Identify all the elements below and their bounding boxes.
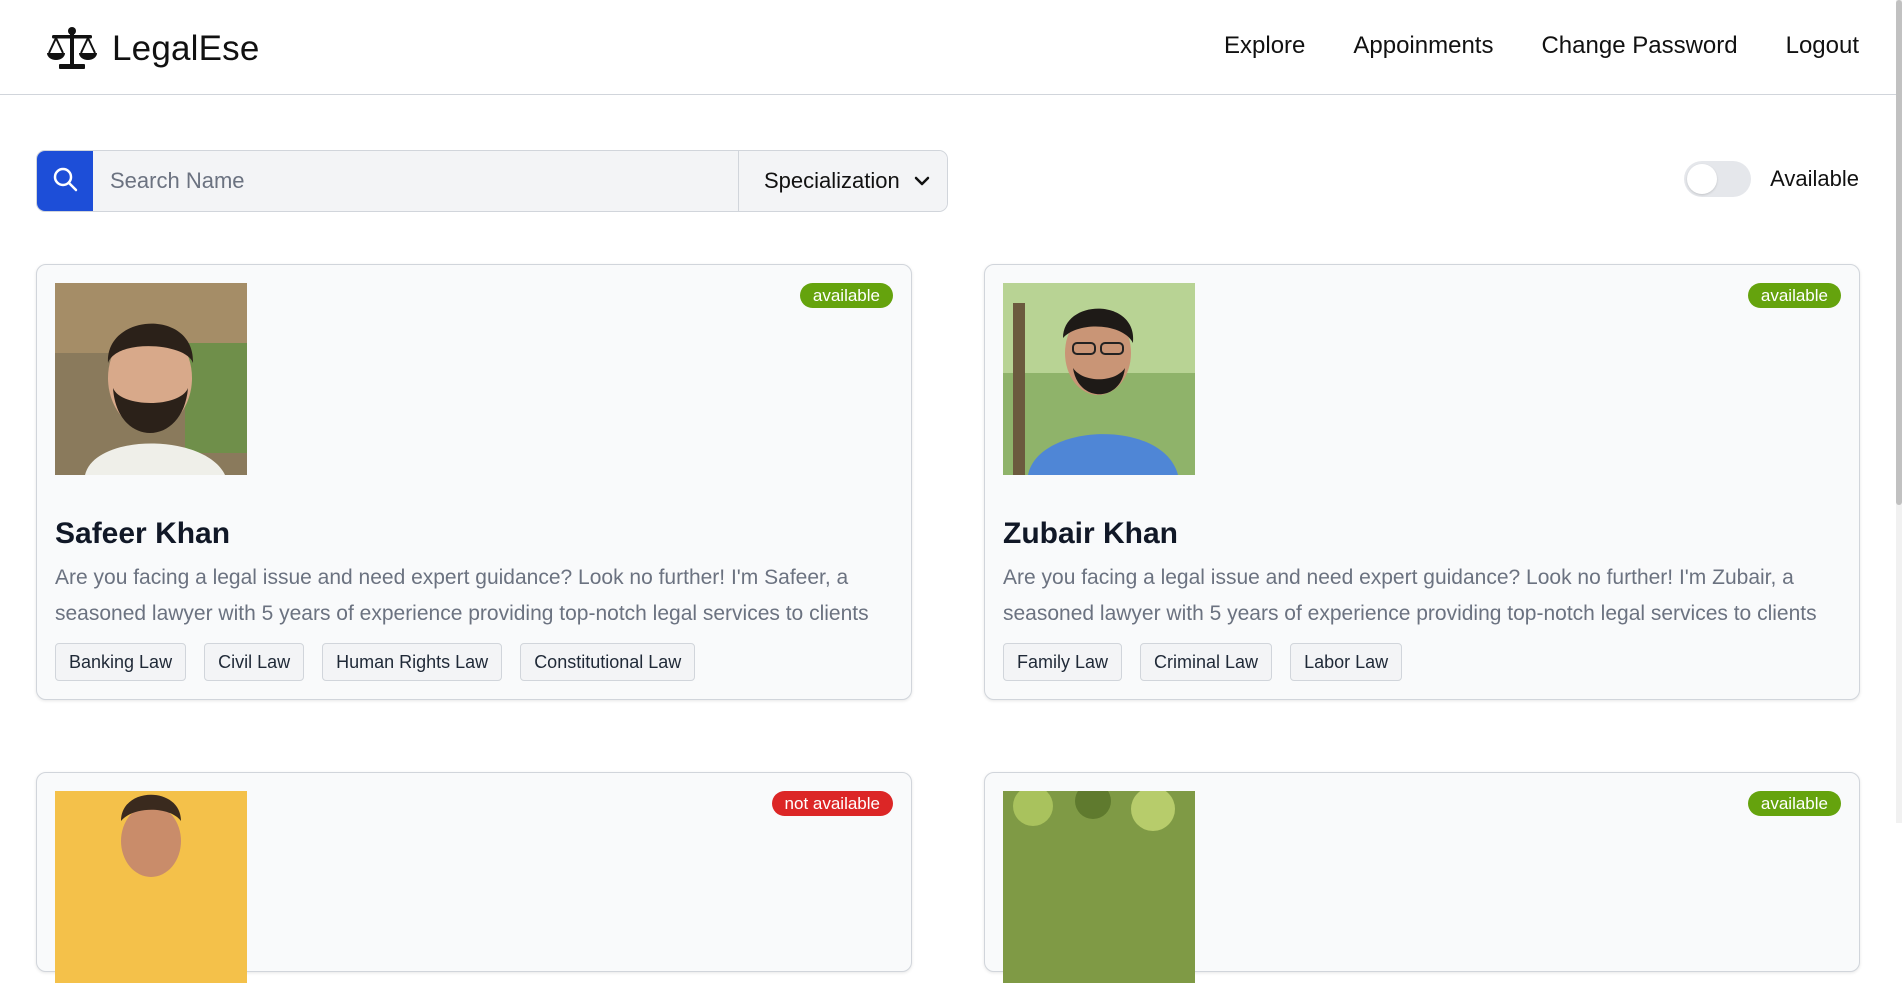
available-toggle[interactable]	[1684, 161, 1752, 197]
nav-links: Explore Appoinments Change Password Logo…	[1224, 32, 1859, 60]
lawyer-bio: Are you facing a legal issue and need ex…	[55, 566, 869, 625]
nav-logout[interactable]: Logout	[1786, 32, 1859, 60]
specialization-tag: Criminal Law	[1140, 643, 1273, 681]
toggle-knob	[1687, 164, 1718, 194]
lawyer-name: Safeer Khan	[55, 517, 231, 550]
brand-name: LegalEse	[112, 29, 260, 68]
scrollbar-thumb[interactable]	[1896, 0, 1902, 505]
lawyer-card[interactable]: not available	[36, 772, 912, 983]
specialization-tag: Family Law	[1003, 643, 1123, 681]
specialization-tags: Family Law Criminal Law Labor Law	[1003, 643, 1403, 681]
nav-change-password[interactable]: Change Password	[1541, 32, 1737, 60]
status-badge: available	[1747, 283, 1841, 308]
chevron-down-icon	[914, 176, 930, 186]
status-badge: not available	[771, 791, 893, 816]
lawyer-photo	[1003, 283, 1195, 475]
search-button[interactable]	[37, 151, 93, 211]
search-bar: Specialization	[36, 150, 948, 212]
scales-of-justice-icon	[47, 24, 97, 74]
specialization-dropdown[interactable]: Specialization	[738, 151, 947, 211]
lawyer-photo	[55, 283, 247, 475]
status-badge: available	[799, 283, 893, 308]
brand[interactable]: LegalEse	[47, 24, 260, 74]
lawyer-card[interactable]: available Safeer Khan Are you facing a l…	[36, 264, 912, 700]
status-badge: available	[1747, 791, 1841, 816]
nav-explore[interactable]: Explore	[1224, 32, 1305, 60]
available-toggle-label: Available	[1770, 166, 1859, 191]
lawyer-bio: Are you facing a legal issue and need ex…	[1003, 566, 1817, 625]
search-icon	[52, 166, 78, 197]
specialization-tags: Banking Law Civil Law Human Rights Law C…	[55, 643, 696, 681]
nav-appointments[interactable]: Appoinments	[1353, 32, 1493, 60]
lawyer-photo	[55, 791, 247, 983]
specialization-tag: Constitutional Law	[520, 643, 696, 681]
available-filter: Available	[1684, 161, 1859, 197]
lawyer-photo	[1003, 791, 1195, 983]
specialization-label: Specialization	[764, 168, 900, 193]
specialization-tag: Human Rights Law	[322, 643, 503, 681]
search-input[interactable]	[93, 151, 738, 211]
specialization-tag: Banking Law	[55, 643, 187, 681]
lawyer-card[interactable]: available Zubair Khan Are you facing a l…	[984, 264, 1860, 700]
specialization-tag: Civil Law	[204, 643, 305, 681]
specialization-tag: Labor Law	[1290, 643, 1403, 681]
lawyer-card[interactable]: available	[984, 772, 1860, 983]
navbar: LegalEse Explore Appoinments Change Pass…	[0, 0, 1902, 95]
lawyer-name: Zubair Khan	[1003, 517, 1179, 550]
